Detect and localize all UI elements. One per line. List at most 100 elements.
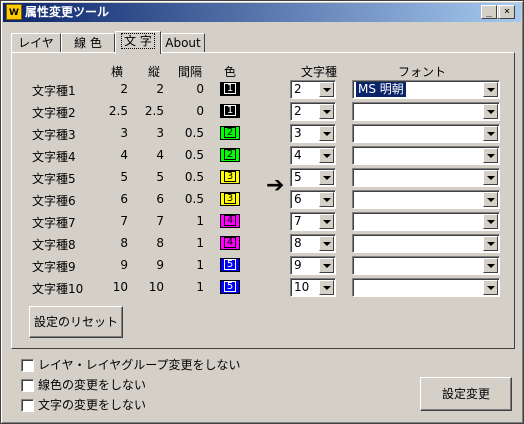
row-label: 文字種4 [32, 150, 76, 164]
height-value: 2.5 [144, 104, 164, 118]
spacing-value: 0 [196, 82, 204, 96]
font-select[interactable] [352, 190, 500, 209]
color-number: 4 [223, 215, 237, 226]
color-number: 3 [223, 171, 237, 182]
target-type-select[interactable]: 8 [290, 234, 336, 253]
tab-line-color[interactable]: 線 色 [61, 33, 115, 53]
row-label: 文字種9 [32, 260, 76, 274]
row-label: 文字種1 [32, 84, 76, 98]
chevron-down-icon[interactable] [319, 82, 334, 97]
width-value: 5 [120, 170, 128, 184]
color-swatch: 5 [220, 280, 240, 294]
chevron-down-icon[interactable] [319, 258, 334, 273]
height-value: 2 [156, 82, 164, 96]
main-window: W 属性変更ツール _ □ × レイヤ 線 色 文 字 About 横 縦 間隔… [0, 0, 524, 424]
color-number: 3 [223, 193, 237, 204]
height-value: 8 [156, 236, 164, 250]
close-button[interactable]: × [499, 5, 515, 19]
chevron-down-icon[interactable] [319, 236, 334, 251]
chevron-down-icon[interactable] [319, 192, 334, 207]
color-swatch: 1 [220, 82, 240, 96]
chevron-down-icon[interactable] [319, 280, 334, 295]
tab-layer[interactable]: レイヤ [11, 33, 61, 53]
font-select[interactable] [352, 256, 500, 275]
height-value: 5 [156, 170, 164, 184]
chevron-down-icon[interactable] [483, 170, 498, 185]
chevron-down-icon[interactable] [483, 104, 498, 119]
chevron-down-icon[interactable] [319, 170, 334, 185]
chevron-down-icon[interactable] [483, 126, 498, 141]
header-width: 横 [110, 65, 123, 79]
chevron-down-icon[interactable] [319, 104, 334, 119]
height-value: 3 [156, 126, 164, 140]
chevron-down-icon[interactable] [319, 214, 334, 229]
color-number: 2 [223, 149, 237, 160]
width-value: 3 [120, 126, 128, 140]
width-value: 2 [120, 82, 128, 96]
color-swatch: 2 [220, 148, 240, 162]
target-type-select[interactable]: 5 [290, 168, 336, 187]
row-label: 文字種8 [32, 238, 76, 252]
checkbox-box[interactable] [21, 359, 34, 372]
width-value: 2.5 [108, 104, 128, 118]
target-type-select[interactable]: 2 [290, 102, 336, 121]
target-type-select[interactable]: 9 [290, 256, 336, 275]
font-select[interactable] [352, 102, 500, 121]
target-type-select[interactable]: 3 [290, 124, 336, 143]
color-number: 2 [223, 127, 237, 138]
header-font: フォント [397, 65, 446, 79]
chevron-down-icon[interactable] [319, 148, 334, 163]
minimize-button[interactable]: _ [481, 5, 497, 19]
font-select[interactable] [352, 124, 500, 143]
text-settings-panel: 横 縦 間隔 色 文字種 フォント 文字種1 2 2 0 1 2 MS 明朝 文字種2 2.5 2… [11, 52, 515, 349]
width-value: 8 [120, 236, 128, 250]
title-bar[interactable]: W 属性変更ツール _ □ [3, 3, 521, 22]
chevron-down-icon[interactable] [483, 214, 498, 229]
width-value: 9 [120, 258, 128, 272]
target-type-select[interactable]: 4 [290, 146, 336, 165]
font-select[interactable] [352, 146, 500, 165]
font-select[interactable] [352, 278, 500, 297]
font-select[interactable]: MS 明朝 [352, 80, 500, 99]
tab-layer-label: レイヤ [18, 36, 54, 50]
tab-line-color-label: 線 色 [74, 36, 102, 50]
chevron-down-icon[interactable] [319, 126, 334, 141]
width-value: 10 [112, 280, 128, 294]
checkbox-box[interactable] [21, 379, 34, 392]
spacing-value: 1 [196, 236, 204, 250]
font-select[interactable] [352, 168, 500, 187]
checkbox-box[interactable] [21, 399, 34, 412]
font-select[interactable] [352, 234, 500, 253]
chevron-down-icon[interactable] [483, 280, 498, 295]
chevron-down-icon[interactable] [483, 236, 498, 251]
target-type-select[interactable]: 6 [290, 190, 336, 209]
color-number: 5 [223, 281, 237, 292]
apply-settings-button[interactable]: 設定変更 [420, 377, 512, 411]
target-type-select[interactable]: 2 [290, 80, 336, 99]
reset-settings-button[interactable]: 設定のリセット [29, 306, 123, 338]
color-swatch: 3 [220, 192, 240, 206]
tab-text[interactable]: 文 字 [115, 31, 161, 54]
chevron-down-icon[interactable] [483, 192, 498, 207]
target-type-select[interactable]: 7 [290, 212, 336, 231]
height-value: 9 [156, 258, 164, 272]
target-type-value: 3 [294, 126, 302, 140]
chevron-down-icon[interactable] [483, 148, 498, 163]
width-value: 6 [120, 192, 128, 206]
target-type-value: 10 [294, 280, 310, 294]
height-value: 4 [156, 148, 164, 162]
chevron-down-icon[interactable] [483, 82, 498, 97]
font-select[interactable] [352, 212, 500, 231]
chevron-down-icon[interactable] [483, 258, 498, 273]
row-label: 文字種3 [32, 128, 76, 142]
checkbox-label: 線色の変更をしない [38, 378, 147, 392]
right-arrow-icon: ➔ [266, 173, 285, 198]
color-swatch: 5 [220, 258, 240, 272]
tab-about[interactable]: About [161, 33, 205, 53]
target-type-select[interactable]: 10 [290, 278, 336, 297]
target-type-value: 2 [294, 104, 302, 118]
window-title: 属性変更ツール [25, 5, 110, 19]
color-swatch: 2 [220, 126, 240, 140]
target-type-value: 7 [294, 214, 302, 228]
font-value: MS 明朝 [356, 82, 406, 97]
